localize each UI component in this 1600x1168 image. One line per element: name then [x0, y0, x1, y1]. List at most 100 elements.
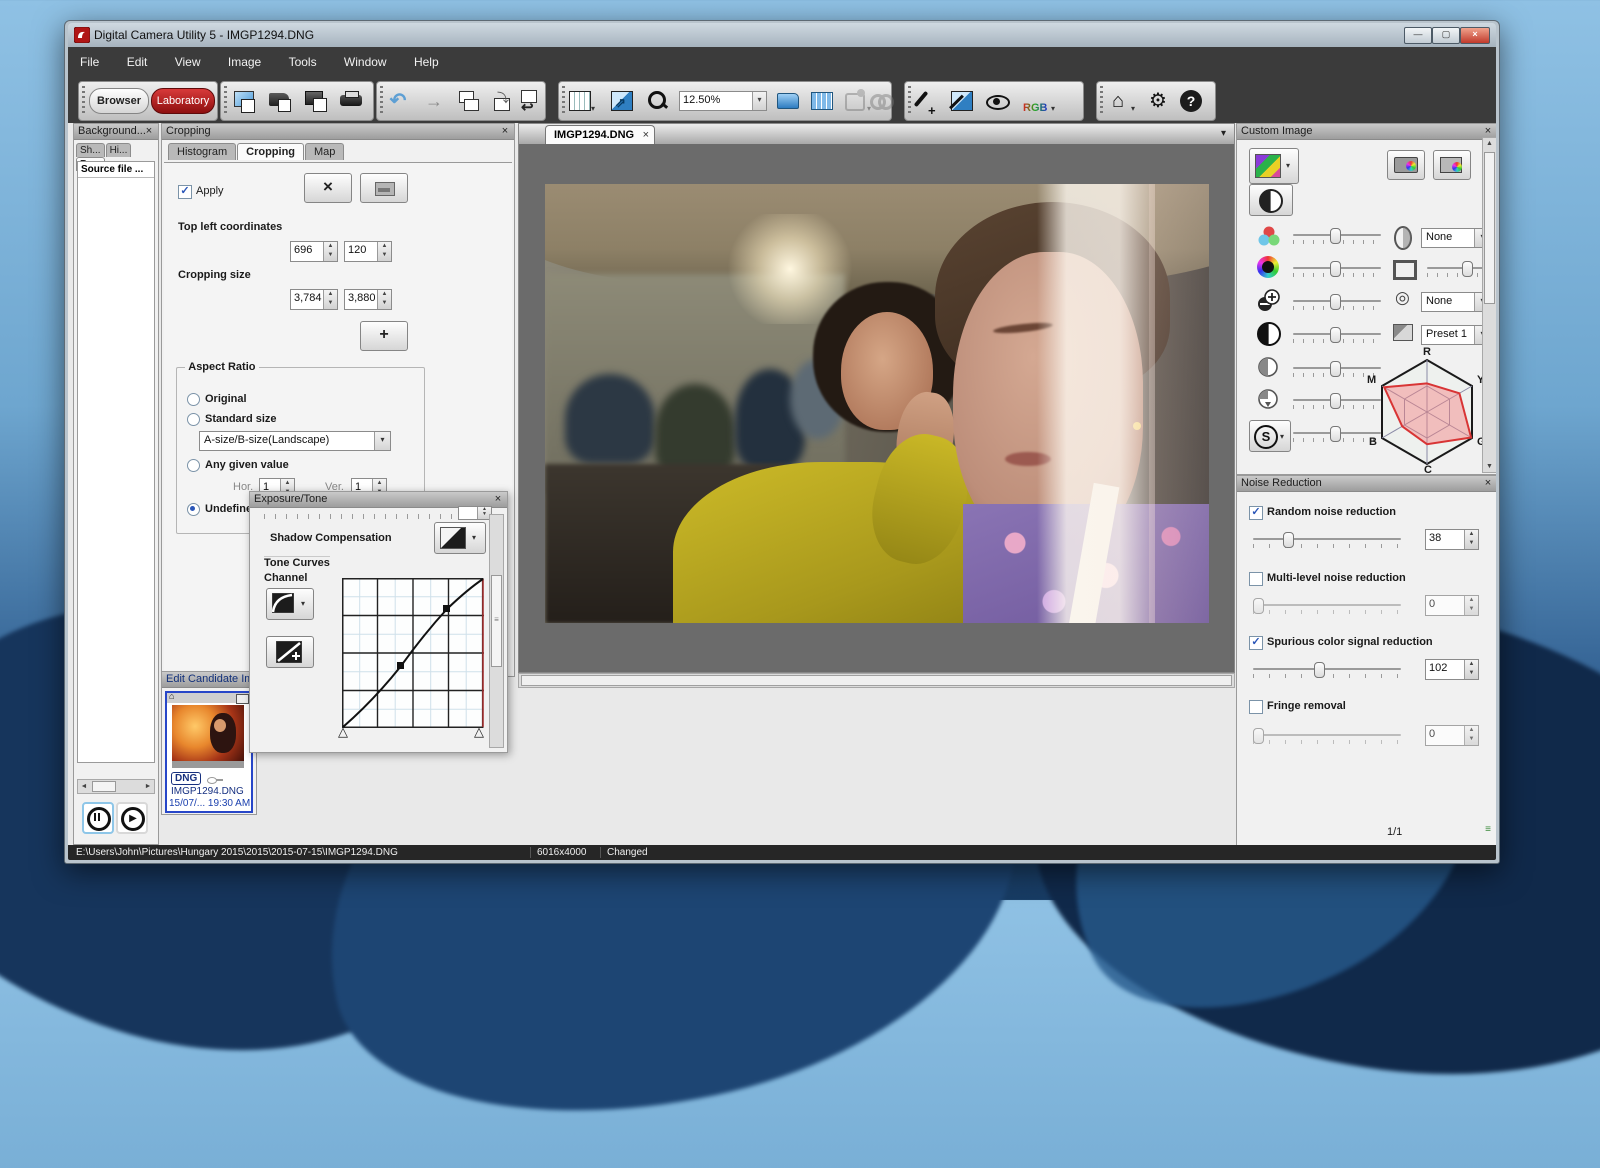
menu-help[interactable]: Help — [402, 47, 451, 69]
menu-file[interactable]: File — [68, 47, 111, 69]
spinner-arrows[interactable]: ▲▼ — [377, 290, 391, 309]
menu-view[interactable]: View — [163, 47, 213, 69]
spin-up-icon[interactable]: ▲ — [382, 243, 388, 249]
grid-view-button[interactable] — [807, 87, 837, 115]
finish-dropdown[interactable]: None ▾ — [1421, 228, 1491, 248]
apply-checkbox[interactable]: ✓ — [178, 185, 192, 199]
size-height-spinner[interactable]: 3,880 ▲▼ — [344, 289, 392, 310]
tab-list-dropdown-icon[interactable]: ▾ — [1221, 128, 1226, 139]
aspect-any-radio[interactable] — [187, 459, 200, 472]
hue-slider[interactable] — [1293, 261, 1381, 279]
spinner-arrows[interactable]: ▲▼ — [1464, 726, 1478, 745]
contrast-slider[interactable] — [1293, 327, 1381, 345]
export-button[interactable]: ⌂▾ — [1103, 87, 1133, 115]
tab-histogram-mini[interactable]: Hi... — [106, 143, 132, 157]
spinner-arrows[interactable]: ▲▼ — [1464, 660, 1478, 679]
source-file-list[interactable]: Source file ... — [77, 161, 155, 763]
fit-to-window-button[interactable]: ⇗ — [607, 87, 637, 115]
whitebalance-eyedropper-button[interactable]: + — [911, 87, 941, 115]
left-horizontal-scrollbar[interactable]: ◄ ► — [77, 779, 155, 794]
panel-resize-grip[interactable]: ≡ — [1485, 824, 1491, 835]
fringe-removal-spinner[interactable]: 0 ▲▼ — [1425, 725, 1479, 746]
random-noise-spinner[interactable]: 38 ▲▼ — [1425, 529, 1479, 550]
spin-down-icon[interactable]: ▼ — [482, 511, 487, 517]
spinner-arrows[interactable]: ▲▼ — [1464, 530, 1478, 549]
apply-image-setting-button[interactable] — [1433, 150, 1471, 180]
browser-mode-button[interactable]: Browser — [89, 88, 149, 114]
close-icon[interactable]: × — [492, 493, 504, 505]
revert-settings-button[interactable]: ↩ — [515, 87, 545, 115]
spin-up-icon[interactable]: ▲ — [285, 480, 291, 486]
help-button[interactable]: ? — [1177, 87, 1207, 115]
saturation-slider[interactable] — [1293, 228, 1381, 246]
fringe-removal-slider[interactable] — [1253, 728, 1401, 746]
candidate-photo-thumbnail[interactable] — [172, 705, 244, 761]
spin-up-icon[interactable]: ▲ — [1469, 597, 1475, 603]
zoom-dropdown-arrow[interactable]: ▾ — [752, 92, 766, 110]
spin-up-icon[interactable]: ▲ — [1469, 661, 1475, 667]
effect-dropdown[interactable]: None ▾ — [1421, 292, 1491, 312]
multi-level-noise-checkbox[interactable] — [1249, 572, 1263, 586]
spin-up-icon[interactable]: ▲ — [377, 480, 383, 486]
coordinate-x-spinner[interactable]: 696 ▲▼ — [290, 241, 338, 262]
tone-pen-button[interactable] — [947, 87, 977, 115]
multi-level-noise-spinner[interactable]: 0 ▲▼ — [1425, 595, 1479, 616]
folder-view-button[interactable] — [773, 87, 803, 115]
fringe-removal-checkbox[interactable] — [1249, 700, 1263, 714]
random-noise-slider[interactable] — [1253, 532, 1401, 550]
copy-image-button[interactable] — [301, 87, 331, 115]
spurious-color-slider[interactable] — [1253, 662, 1401, 680]
scroll-down-icon[interactable]: ▼ — [1483, 463, 1496, 470]
title-bar[interactable]: Digital Camera Utility 5 - IMGP1294.DNG … — [68, 23, 1496, 47]
close-icon[interactable]: × — [499, 125, 511, 137]
new-window-button[interactable] — [229, 87, 259, 115]
exposure-spinner-partial[interactable]: ▲▼ — [458, 506, 492, 520]
pause-button[interactable] — [82, 802, 114, 834]
s-mode-button[interactable]: S ▾ — [1249, 420, 1291, 452]
close-button[interactable]: × — [1460, 27, 1490, 44]
viewer-horizontal-scrollbar[interactable] — [518, 673, 1235, 688]
spin-down-icon[interactable]: ▼ — [382, 300, 388, 306]
standard-size-dropdown[interactable]: A-size/B-size(Landscape) ▾ — [199, 431, 391, 451]
custom-image-scrollbar[interactable]: ▲ ▼ — [1482, 137, 1496, 473]
dropdown-arrow[interactable]: ▾ — [374, 432, 390, 450]
aspect-original-radio[interactable] — [187, 393, 200, 406]
custom-image-mode-button[interactable]: ▾ — [1249, 148, 1299, 184]
close-icon[interactable]: × — [1482, 125, 1494, 137]
save-camera-setting-button[interactable] — [1387, 150, 1425, 180]
scrollbar-thumb[interactable] — [1484, 152, 1495, 304]
custom-image-title[interactable]: Custom Image× — [1237, 124, 1496, 140]
viewer-tab-active[interactable]: IMGP1294.DNG × — [545, 125, 655, 144]
viewer-canvas[interactable] — [519, 144, 1234, 672]
scroll-up-icon[interactable]: ▲ — [1483, 140, 1496, 147]
minimize-button[interactable]: — — [1404, 27, 1432, 44]
noise-reduction-title[interactable]: Noise Reduction× — [1237, 476, 1496, 492]
photo-image[interactable] — [545, 184, 1209, 623]
coordinate-y-spinner[interactable]: 120 ▲▼ — [344, 241, 392, 262]
size-width-spinner[interactable]: 3,784 ▲▼ — [290, 289, 338, 310]
spinner-arrows[interactable]: ▲▼ — [377, 242, 391, 261]
laboratory-mode-button[interactable]: Laboratory — [151, 88, 215, 114]
color-space-button[interactable]: RGB▾ — [1019, 87, 1059, 115]
multi-level-noise-slider[interactable] — [1253, 598, 1401, 616]
maximize-button[interactable]: ▢ — [1432, 27, 1460, 44]
spurious-color-spinner[interactable]: 102 ▲▼ — [1425, 659, 1479, 680]
scroll-right-icon[interactable]: ► — [142, 783, 154, 790]
redo-button[interactable]: → — [419, 87, 449, 115]
crop-preview-button[interactable] — [360, 173, 408, 203]
zoom-level-combobox[interactable]: 12.50% ▾ — [679, 91, 767, 111]
play-button[interactable]: ▶ — [116, 802, 148, 834]
zoom-out-button[interactable] — [643, 87, 673, 115]
spin-down-icon[interactable]: ▼ — [1469, 606, 1475, 612]
close-tab-icon[interactable]: × — [643, 129, 649, 141]
menu-image[interactable]: Image — [216, 47, 273, 69]
spin-down-icon[interactable]: ▼ — [328, 252, 334, 258]
random-noise-checkbox[interactable]: ✓ — [1249, 506, 1263, 520]
spin-down-icon[interactable]: ▼ — [328, 300, 334, 306]
exposure-panel-scrollbar[interactable]: ≡ — [489, 514, 504, 748]
scroll-left-icon[interactable]: ◄ — [78, 783, 90, 790]
settings-button[interactable]: ⚙ — [1143, 87, 1173, 115]
spin-up-icon[interactable]: ▲ — [328, 243, 334, 249]
spin-up-icon[interactable]: ▲ — [382, 291, 388, 297]
link-tool-button[interactable] — [867, 87, 897, 115]
